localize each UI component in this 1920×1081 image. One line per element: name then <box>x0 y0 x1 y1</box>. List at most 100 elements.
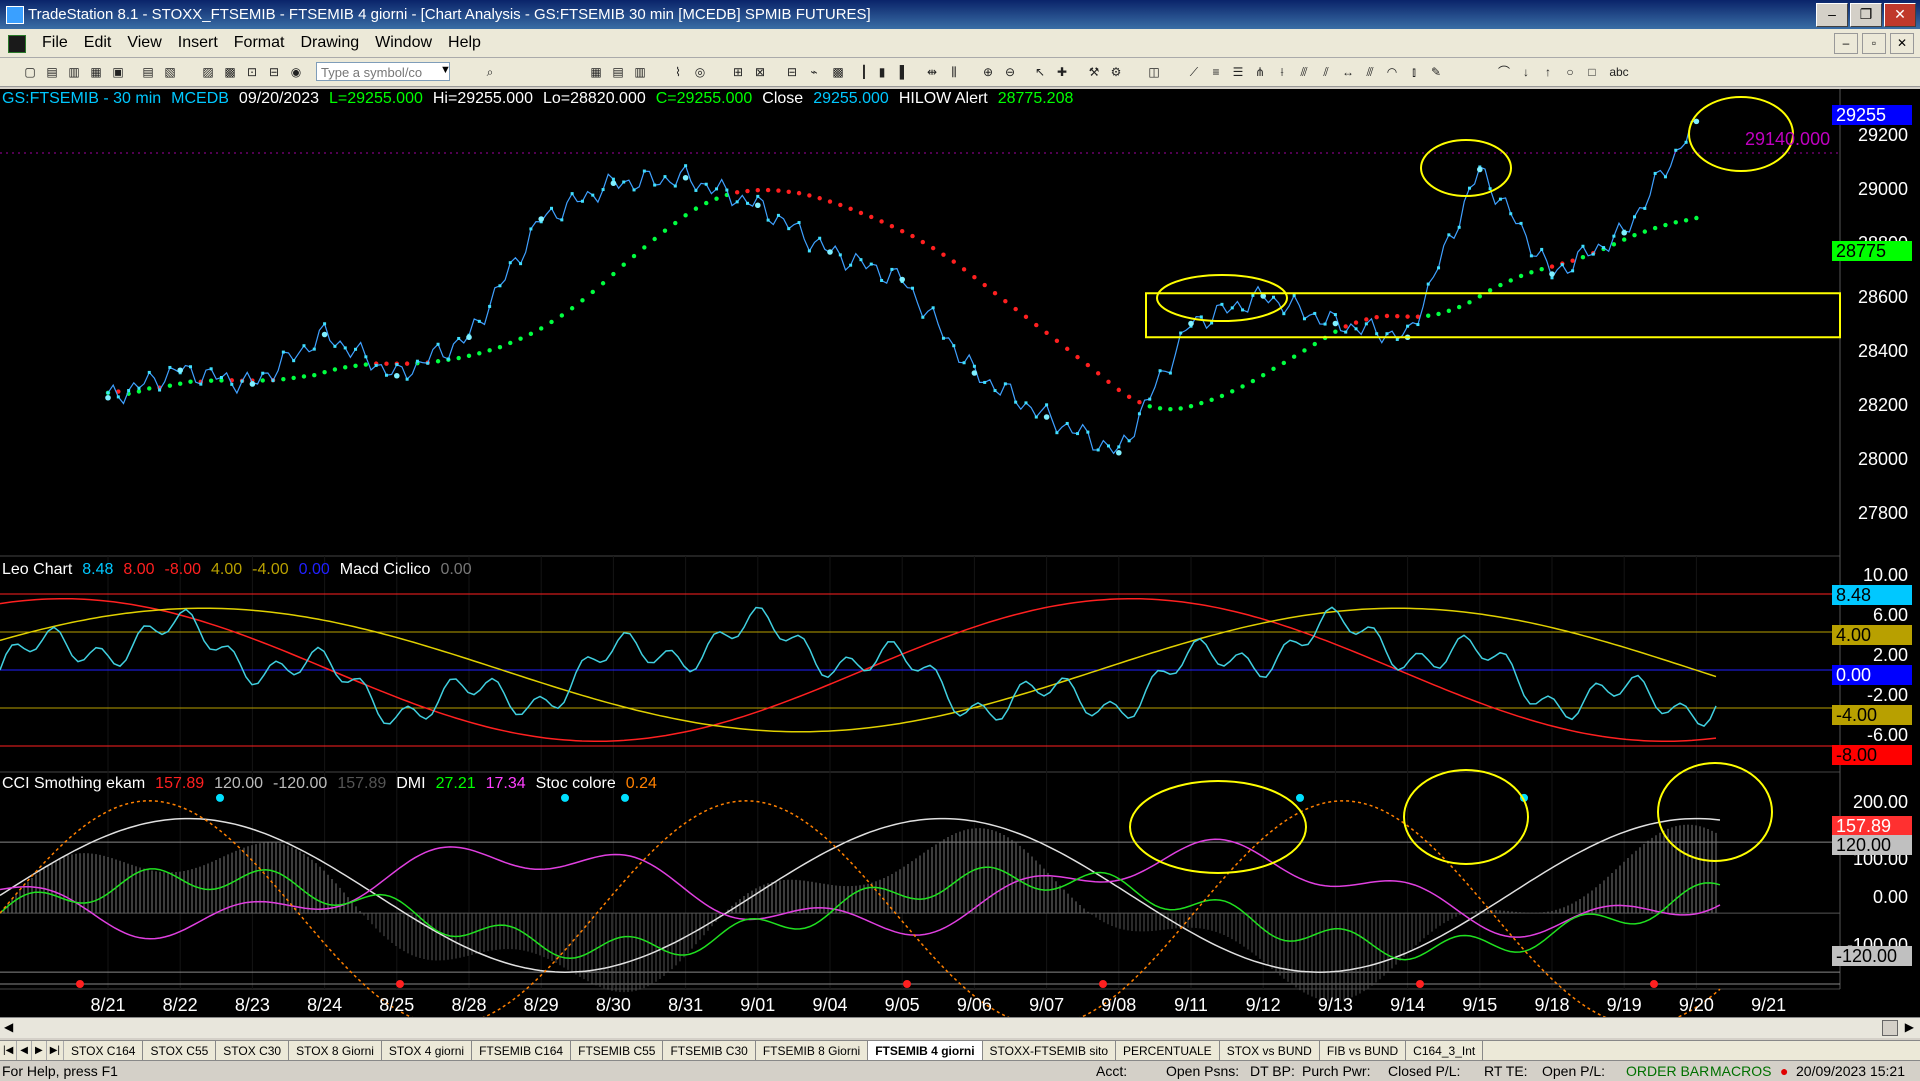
tab-c164-3-int[interactable]: C164_3_Int <box>1406 1041 1484 1061</box>
ellipse-icon[interactable]: ○ <box>1562 64 1578 80</box>
freehand-icon[interactable]: ⌒ <box>1496 64 1512 80</box>
drawing-icon[interactable]: ◫ <box>1146 64 1162 80</box>
text-icon[interactable]: abc <box>1608 64 1630 80</box>
gann-icon[interactable]: ⟊ <box>1274 64 1290 80</box>
tab-percentuale[interactable]: PERCENTUALE <box>1116 1041 1220 1061</box>
link-icon[interactable]: ⊟ <box>266 64 282 80</box>
bar-chart-icon[interactable]: ⫼ <box>946 64 962 80</box>
regression-icon[interactable]: ⫽ <box>1318 64 1334 80</box>
price-point <box>1292 293 1296 297</box>
fib-icon[interactable]: ☰ <box>1230 64 1246 80</box>
window-icon[interactable]: ▨ <box>200 64 216 80</box>
lock-icon[interactable]: ⊡ <box>244 64 260 80</box>
arc-icon[interactable]: ◠ <box>1384 64 1400 80</box>
maximize-button[interactable]: ❐ <box>1850 3 1882 27</box>
grid-icon[interactable]: ▦ <box>588 64 604 80</box>
arrow-up-icon[interactable]: ↑ <box>1540 64 1556 80</box>
symbol-dropdown-icon[interactable]: ▼ <box>440 64 451 76</box>
mdi-minimize-icon[interactable]: – <box>1834 33 1858 54</box>
menu-format[interactable]: Format <box>226 29 293 57</box>
macros-button[interactable]: MACROS <box>1710 1061 1771 1081</box>
price-data-point <box>1549 271 1555 277</box>
bar-spacing-icon[interactable]: ⇹ <box>924 64 940 80</box>
quote-icon[interactable]: ⊟ <box>784 64 800 80</box>
scroll-right-icon[interactable]: ▶ <box>1905 1020 1914 1034</box>
matrix-icon[interactable]: ▩ <box>830 64 846 80</box>
print-preview-icon[interactable]: ▧ <box>162 64 178 80</box>
new-window-icon[interactable]: ▦ <box>88 64 104 80</box>
tile-icon[interactable]: ▩ <box>222 64 238 80</box>
pointer-icon[interactable]: ↖ <box>1032 64 1048 80</box>
tab-ftsemib-c55[interactable]: FTSEMIB C55 <box>571 1041 664 1061</box>
rectangle-icon[interactable]: □ <box>1584 64 1600 80</box>
chart-canvas[interactable] <box>0 89 1920 1024</box>
menu-help[interactable]: Help <box>440 29 489 57</box>
menu-edit[interactable]: Edit <box>76 29 120 57</box>
chart-window-icon[interactable] <box>8 35 26 53</box>
order-bar-button[interactable]: ORDER BAR <box>1626 1061 1709 1081</box>
menu-drawing[interactable]: Drawing <box>292 29 367 57</box>
tab-ftsemib-4-giorni[interactable]: FTSEMIB 4 giorni <box>868 1041 983 1061</box>
tab-ftsemib-c164[interactable]: FTSEMIB C164 <box>472 1041 572 1061</box>
cycle-lines-icon[interactable]: ⫾ <box>1406 64 1422 80</box>
new-icon[interactable]: ▢ <box>22 64 38 80</box>
horizontal-lines-icon[interactable]: ≡ <box>1208 64 1224 80</box>
globe-icon[interactable]: ◉ <box>288 64 304 80</box>
tab-last-icon[interactable]: ▶| <box>47 1041 64 1061</box>
tab-stoxx-ftsemib-sito[interactable]: STOXX-FTSEMIB sito <box>983 1041 1116 1061</box>
symbol-lookup-icon[interactable]: ⌕ <box>482 64 498 80</box>
tab-first-icon[interactable]: |◀ <box>0 1041 18 1061</box>
chart-area[interactable]: GS:FTSEMIB - 30 min MCEDB 09/20/2023 L=2925… <box>0 89 1920 1024</box>
options-icon[interactable]: ⊠ <box>752 64 768 80</box>
open-icon[interactable]: ▤ <box>44 64 60 80</box>
scroll-thumb[interactable] <box>1882 1020 1898 1036</box>
tab-stox-c30[interactable]: STOX C30 <box>216 1041 290 1061</box>
tab-next-icon[interactable]: ▶ <box>32 1041 47 1061</box>
horizontal-line-icon[interactable]: ↔ <box>1340 64 1356 80</box>
menu-insert[interactable]: Insert <box>170 29 226 57</box>
tab-ftsemib-c30[interactable]: FTSEMIB C30 <box>663 1041 756 1061</box>
histogram-icon[interactable]: ▌ <box>896 64 912 80</box>
crosshair-icon[interactable]: ✚ <box>1054 64 1070 80</box>
sheet-icon[interactable]: ▥ <box>632 64 648 80</box>
menu-window[interactable]: Window <box>367 29 440 57</box>
andrews-pitchfork-icon[interactable]: ⋔ <box>1252 64 1268 80</box>
tab-stox-4-giorni[interactable]: STOX 4 giorni <box>382 1041 473 1061</box>
analysis-icon[interactable]: ⚙ <box>1108 64 1124 80</box>
tab-stox-c55[interactable]: STOX C55 <box>143 1041 217 1061</box>
print-icon[interactable]: ▤ <box>140 64 156 80</box>
mdi-restore-icon[interactable]: ▫ <box>1862 33 1886 54</box>
indicator-icon[interactable]: ⌁ <box>806 64 822 80</box>
close-button[interactable]: ✕ <box>1884 3 1916 27</box>
stoc-signal-dot <box>621 793 629 802</box>
tab-fib-vs-bund[interactable]: FIB vs BUND <box>1320 1041 1407 1061</box>
symbol-input[interactable]: Type a symbol/co <box>316 62 450 81</box>
pencil-icon[interactable]: ✎ <box>1428 64 1444 80</box>
open-workspace-icon[interactable]: ▥ <box>66 64 82 80</box>
tab-ftsemib-8-giorni[interactable]: FTSEMIB 8 Giorni <box>756 1041 869 1061</box>
scroll-left-icon[interactable]: ◀ <box>4 1020 13 1034</box>
zoom-out-icon[interactable]: ⊖ <box>1002 64 1018 80</box>
tab-stox-c164[interactable]: STOX C164 <box>64 1041 144 1061</box>
tab-stox-8-giorni[interactable]: STOX 8 Giorni <box>289 1041 382 1061</box>
radar-icon[interactable]: ◎ <box>692 64 708 80</box>
candles-icon[interactable]: ▮ <box>874 64 890 80</box>
chart-icon[interactable]: ⌇ <box>670 64 686 80</box>
parallel-lines-icon[interactable]: ⫻ <box>1362 64 1378 80</box>
tab-prev-icon[interactable]: ◀ <box>17 1041 32 1061</box>
table-icon[interactable]: ▤ <box>610 64 626 80</box>
trendline-icon[interactable]: ⟋ <box>1186 64 1202 80</box>
menu-file[interactable]: File <box>34 29 76 57</box>
tools-icon[interactable]: ⚒ <box>1086 64 1102 80</box>
menu-view[interactable]: View <box>119 29 169 57</box>
save-icon[interactable]: ▣ <box>110 64 126 80</box>
bars-icon[interactable]: ┃ <box>856 64 872 80</box>
zoom-in-icon[interactable]: ⊕ <box>980 64 996 80</box>
arrow-down-icon[interactable]: ↓ <box>1518 64 1534 80</box>
mdi-close-icon[interactable]: ✕ <box>1890 33 1914 54</box>
scanner-icon[interactable]: ⊞ <box>730 64 746 80</box>
minimize-button[interactable]: – <box>1816 3 1848 27</box>
horizontal-scrollbar[interactable]: ◀ ▶ <box>0 1017 1920 1038</box>
tab-stox-vs-bund[interactable]: STOX vs BUND <box>1220 1041 1320 1061</box>
speed-lines-icon[interactable]: ⫻ <box>1296 64 1312 80</box>
